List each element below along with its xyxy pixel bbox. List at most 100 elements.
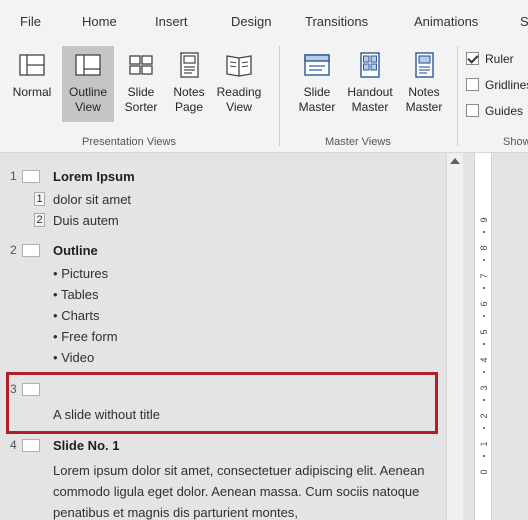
ruler-number: 6	[479, 301, 489, 307]
bullet-text[interactable]: Charts	[61, 308, 99, 323]
reading-view-label-line1: Reading	[216, 85, 262, 99]
reading-view-button[interactable]: Reading View	[213, 46, 265, 122]
notes-master-button[interactable]: Notes Master	[400, 46, 448, 122]
slide-title[interactable]: Outline	[53, 243, 98, 258]
group-divider	[279, 46, 280, 146]
tab-slide-show[interactable]: S	[520, 14, 528, 29]
ribbon-tab-bar: File Home Insert Design Transitions Anim…	[0, 0, 528, 40]
checkbox-unchecked-icon	[466, 78, 479, 91]
ruler-number: 0	[479, 469, 489, 475]
normal-view-icon	[19, 54, 45, 76]
ribbon: Normal Outline View Slide Sorter Notes P…	[0, 40, 528, 153]
bullet-icon: •	[53, 287, 58, 302]
ruler-tick	[483, 455, 485, 457]
tab-transitions[interactable]: Transitions	[305, 14, 368, 29]
ruler-number: 1	[479, 441, 489, 447]
sub-item-number: 2	[34, 213, 45, 227]
scroll-up-arrow-icon[interactable]	[450, 158, 460, 164]
slide-title[interactable]: Lorem Ipsum	[53, 169, 135, 184]
slide-sorter-label-line1: Slide	[127, 85, 155, 99]
ruler-checkbox[interactable]: Ruler	[466, 52, 514, 70]
guides-checkbox[interactable]: Guides	[466, 104, 523, 122]
gridlines-checkbox-label: Gridlines	[485, 78, 528, 92]
master-views-group-label: Master Views	[325, 136, 391, 148]
slide-sorter-button[interactable]: Slide Sorter	[117, 46, 165, 122]
ruler-number: 5	[479, 329, 489, 335]
handout-master-icon	[360, 52, 380, 78]
ruler-tick	[483, 315, 485, 317]
bullet-icon: •	[53, 329, 58, 344]
bullet-text[interactable]: Free form	[61, 329, 117, 344]
checkbox-unchecked-icon	[466, 104, 479, 117]
bullet-icon: •	[53, 266, 58, 281]
vertical-ruler[interactable]: 9 8 7 6 5 4 3 2 1 0	[474, 153, 492, 520]
bullet-icon: •	[53, 350, 58, 365]
guides-checkbox-label: Guides	[485, 104, 524, 118]
normal-view-label: Normal	[12, 85, 52, 99]
slide-thumbnail-icon[interactable]	[22, 244, 40, 257]
sub-item-text[interactable]: Duis autem	[53, 213, 119, 228]
slide-master-label-line2: Master	[298, 100, 336, 114]
checkbox-checked-icon	[466, 52, 479, 65]
slide-number: 2	[10, 243, 17, 257]
slide-master-icon	[304, 54, 330, 76]
slide-title[interactable]: Slide No. 1	[53, 438, 119, 453]
tab-animations[interactable]: Animations	[414, 14, 478, 29]
notes-page-label-line2: Page	[174, 100, 204, 114]
notes-page-button[interactable]: Notes Page	[167, 46, 211, 122]
slide-number: 1	[10, 169, 17, 183]
slide-paragraph[interactable]: Lorem ipsum dolor sit amet, consectetuer…	[53, 460, 443, 520]
ruler-number: 4	[479, 357, 489, 363]
reading-view-icon	[226, 55, 252, 77]
notes-master-label-line2: Master	[405, 100, 443, 114]
tab-insert[interactable]: Insert	[155, 14, 188, 29]
handout-master-label-line2: Master	[351, 100, 389, 114]
outline-view-button[interactable]: Outline View	[62, 46, 114, 122]
ruler-tick	[483, 343, 485, 345]
sub-item-number: 1	[34, 192, 45, 206]
outline-view-label-line2: View	[75, 100, 101, 114]
slide-master-label-line1: Slide	[303, 85, 331, 99]
notes-master-icon	[415, 52, 434, 78]
presentation-views-group-label: Presentation Views	[82, 136, 176, 148]
ruler-number: 2	[479, 413, 489, 419]
highlight-box	[6, 372, 438, 434]
normal-view-button[interactable]: Normal	[6, 46, 58, 122]
slide-sorter-icon	[129, 55, 153, 75]
ruler-number: 3	[479, 385, 489, 391]
bullet-text[interactable]: Tables	[61, 287, 99, 302]
bullet-text[interactable]: Pictures	[61, 266, 108, 281]
sub-item-text[interactable]: dolor sit amet	[53, 192, 131, 207]
ruler-number: 8	[479, 245, 489, 251]
slide-number: 4	[10, 438, 17, 452]
notes-page-label-line1: Notes	[173, 85, 205, 99]
outline-scrollbar[interactable]	[446, 153, 463, 520]
bullet-text[interactable]: Video	[61, 350, 94, 365]
handout-master-button[interactable]: Handout Master	[342, 46, 398, 122]
slide-master-button[interactable]: Slide Master	[294, 46, 340, 122]
ruler-tick	[483, 259, 485, 261]
outline-pane[interactable]: 1 Lorem Ipsum 1 dolor sit amet 2 Duis au…	[0, 153, 446, 520]
tab-home[interactable]: Home	[82, 14, 117, 29]
reading-view-label-line2: View	[226, 100, 252, 114]
outline-view-label-line1: Outline	[68, 85, 108, 99]
ruler-tick	[483, 287, 485, 289]
show-group-label: Show	[503, 136, 528, 148]
slide-thumbnail-icon[interactable]	[22, 170, 40, 183]
ruler-checkbox-label: Ruler	[485, 52, 514, 66]
gridlines-checkbox[interactable]: Gridlines	[466, 78, 528, 96]
slide-sorter-label-line2: Sorter	[124, 100, 158, 114]
ruler-number: 7	[479, 273, 489, 279]
notes-master-label-line1: Notes	[408, 85, 440, 99]
handout-master-label-line1: Handout	[347, 85, 393, 99]
ruler-tick	[483, 371, 485, 373]
bullet-icon: •	[53, 308, 58, 323]
slide-thumbnail-icon[interactable]	[22, 439, 40, 452]
group-divider	[457, 46, 458, 146]
tab-file[interactable]: File	[20, 14, 41, 29]
ruler-tick	[483, 399, 485, 401]
notes-page-icon	[180, 52, 199, 78]
ruler-tick	[483, 231, 485, 233]
ruler-area: 9 8 7 6 5 4 3 2 1 0	[463, 153, 528, 520]
tab-design[interactable]: Design	[231, 14, 271, 29]
